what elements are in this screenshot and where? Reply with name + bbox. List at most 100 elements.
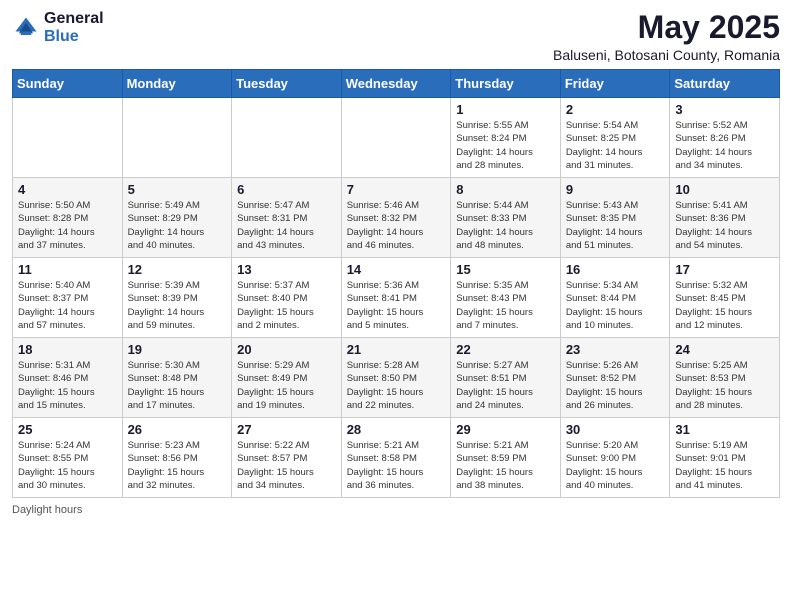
calendar-cell: 8Sunrise: 5:44 AM Sunset: 8:33 PM Daylig… — [451, 178, 561, 258]
day-number: 14 — [347, 262, 446, 277]
day-number: 18 — [18, 342, 117, 357]
calendar-cell: 9 Sunrise: 5:43 AM Sunset: 8:35 PM Daylig… — [560, 178, 670, 258]
calendar-cell: 27 Sunrise: 5:22 AM Sunset: 8:57 PM Dayli… — [232, 418, 342, 498]
calendar-cell: 5Sunrise: 5:49 AM Sunset: 8:29 PM Daylig… — [122, 178, 232, 258]
day-info: Sunrise: 5:24 AM Sunset: 8:55 PM Dayligh… — [18, 439, 117, 492]
day-info: Sunrise: 5:36 AM Sunset: 8:41 PM Dayligh… — [347, 279, 446, 332]
calendar-cell — [122, 98, 232, 178]
weekday-header-wednesday: Wednesday — [341, 70, 451, 98]
day-number: 2 — [566, 102, 665, 117]
calendar-cell — [341, 98, 451, 178]
day-number: 10 — [675, 182, 774, 197]
day-info: Sunrise: 5:47 AM Sunset: 8:31 PM Dayligh… — [237, 199, 336, 252]
day-number: 1 — [456, 102, 555, 117]
day-info: Sunrise: 5:55 AM Sunset: 8:24 PM Dayligh… — [456, 119, 555, 172]
day-info: Sunrise: 5:39 AM Sunset: 8:39 PM Dayligh… — [128, 279, 227, 332]
calendar-cell: 22Sunrise: 5:27 AM Sunset: 8:51 PM Dayli… — [451, 338, 561, 418]
weekday-header-thursday: Thursday — [451, 70, 561, 98]
calendar-week-row: 18 Sunrise: 5:31 AM Sunset: 8:46 PM Dayli… — [13, 338, 780, 418]
day-number: 21 — [347, 342, 446, 357]
weekday-header-sunday: Sunday — [13, 70, 123, 98]
calendar-week-row: 4 Sunrise: 5:50 AM Sunset: 8:28 PM Daylig… — [13, 178, 780, 258]
weekday-header-monday: Monday — [122, 70, 232, 98]
day-number: 3 — [675, 102, 774, 117]
weekday-header-row: SundayMondayTuesdayWednesdayThursdayFrid… — [13, 70, 780, 98]
calendar-cell: 18 Sunrise: 5:31 AM Sunset: 8:46 PM Dayli… — [13, 338, 123, 418]
day-info: Sunrise: 5:30 AM Sunset: 8:48 PM Dayligh… — [128, 359, 227, 412]
day-number: 26 — [128, 422, 227, 437]
title-block: May 2025 Baluseni, Botosani County, Roma… — [553, 10, 780, 63]
logo: General Blue — [12, 10, 104, 45]
calendar-week-row: 25 Sunrise: 5:24 AM Sunset: 8:55 PM Dayli… — [13, 418, 780, 498]
day-number: 27 — [237, 422, 336, 437]
day-number: 28 — [347, 422, 446, 437]
weekday-header-saturday: Saturday — [670, 70, 780, 98]
day-info: Sunrise: 5:27 AM Sunset: 8:51 PM Dayligh… — [456, 359, 555, 412]
day-info: Sunrise: 5:43 AM Sunset: 8:35 PM Dayligh… — [566, 199, 665, 252]
calendar-cell: 6Sunrise: 5:47 AM Sunset: 8:31 PM Daylig… — [232, 178, 342, 258]
day-info: Sunrise: 5:21 AM Sunset: 8:59 PM Dayligh… — [456, 439, 555, 492]
day-info: Sunrise: 5:26 AM Sunset: 8:52 PM Dayligh… — [566, 359, 665, 412]
calendar-cell: 20Sunrise: 5:29 AM Sunset: 8:49 PM Dayli… — [232, 338, 342, 418]
calendar-cell: 21 Sunrise: 5:28 AM Sunset: 8:50 PM Dayli… — [341, 338, 451, 418]
day-number: 9 — [566, 182, 665, 197]
calendar-cell: 1 Sunrise: 5:55 AM Sunset: 8:24 PM Daylig… — [451, 98, 561, 178]
location-title: Baluseni, Botosani County, Romania — [553, 47, 780, 63]
day-info: Sunrise: 5:46 AM Sunset: 8:32 PM Dayligh… — [347, 199, 446, 252]
calendar-cell: 26 Sunrise: 5:23 AM Sunset: 8:56 PM Dayli… — [122, 418, 232, 498]
calendar-cell: 7Sunrise: 5:46 AM Sunset: 8:32 PM Daylig… — [341, 178, 451, 258]
day-info: Sunrise: 5:41 AM Sunset: 8:36 PM Dayligh… — [675, 199, 774, 252]
footer: Daylight hours — [12, 504, 780, 516]
logo-text: General Blue — [44, 10, 104, 45]
day-info: Sunrise: 5:29 AM Sunset: 8:49 PM Dayligh… — [237, 359, 336, 412]
day-info: Sunrise: 5:21 AM Sunset: 8:58 PM Dayligh… — [347, 439, 446, 492]
calendar-cell: 30 Sunrise: 5:20 AM Sunset: 9:00 PM Dayli… — [560, 418, 670, 498]
calendar-cell: 15 Sunrise: 5:35 AM Sunset: 8:43 PM Dayli… — [451, 258, 561, 338]
day-number: 31 — [675, 422, 774, 437]
day-number: 4 — [18, 182, 117, 197]
main-container: General Blue May 2025 Baluseni, Botosani… — [0, 0, 792, 526]
day-info: Sunrise: 5:20 AM Sunset: 9:00 PM Dayligh… — [566, 439, 665, 492]
calendar-cell: 23Sunrise: 5:26 AM Sunset: 8:52 PM Dayli… — [560, 338, 670, 418]
calendar-cell: 25 Sunrise: 5:24 AM Sunset: 8:55 PM Dayli… — [13, 418, 123, 498]
day-number: 19 — [128, 342, 227, 357]
calendar-cell: 24Sunrise: 5:25 AM Sunset: 8:53 PM Dayli… — [670, 338, 780, 418]
calendar-cell: 3 Sunrise: 5:52 AM Sunset: 8:26 PM Daylig… — [670, 98, 780, 178]
day-number: 25 — [18, 422, 117, 437]
day-number: 11 — [18, 262, 117, 277]
day-info: Sunrise: 5:23 AM Sunset: 8:56 PM Dayligh… — [128, 439, 227, 492]
day-number: 13 — [237, 262, 336, 277]
weekday-header-tuesday: Tuesday — [232, 70, 342, 98]
day-number: 30 — [566, 422, 665, 437]
day-info: Sunrise: 5:19 AM Sunset: 9:01 PM Dayligh… — [675, 439, 774, 492]
day-number: 5 — [128, 182, 227, 197]
header: General Blue May 2025 Baluseni, Botosani… — [12, 10, 780, 63]
day-number: 24 — [675, 342, 774, 357]
day-info: Sunrise: 5:28 AM Sunset: 8:50 PM Dayligh… — [347, 359, 446, 412]
month-title: May 2025 — [553, 10, 780, 45]
daylight-label: Daylight hours — [12, 504, 82, 516]
calendar-cell: 31 Sunrise: 5:19 AM Sunset: 9:01 PM Dayli… — [670, 418, 780, 498]
day-number: 15 — [456, 262, 555, 277]
calendar-cell: 19 Sunrise: 5:30 AM Sunset: 8:48 PM Dayli… — [122, 338, 232, 418]
calendar-cell: 14 Sunrise: 5:36 AM Sunset: 8:41 PM Dayli… — [341, 258, 451, 338]
calendar-cell: 13Sunrise: 5:37 AM Sunset: 8:40 PM Dayli… — [232, 258, 342, 338]
logo-icon — [12, 14, 40, 42]
day-info: Sunrise: 5:22 AM Sunset: 8:57 PM Dayligh… — [237, 439, 336, 492]
day-info: Sunrise: 5:52 AM Sunset: 8:26 PM Dayligh… — [675, 119, 774, 172]
calendar-week-row: 1 Sunrise: 5:55 AM Sunset: 8:24 PM Daylig… — [13, 98, 780, 178]
calendar-week-row: 11 Sunrise: 5:40 AM Sunset: 8:37 PM Dayli… — [13, 258, 780, 338]
day-number: 17 — [675, 262, 774, 277]
calendar-cell: 16Sunrise: 5:34 AM Sunset: 8:44 PM Dayli… — [560, 258, 670, 338]
calendar-cell — [232, 98, 342, 178]
day-info: Sunrise: 5:50 AM Sunset: 8:28 PM Dayligh… — [18, 199, 117, 252]
weekday-header-friday: Friday — [560, 70, 670, 98]
logo-blue: Blue — [44, 28, 104, 46]
day-info: Sunrise: 5:40 AM Sunset: 8:37 PM Dayligh… — [18, 279, 117, 332]
day-number: 12 — [128, 262, 227, 277]
day-info: Sunrise: 5:31 AM Sunset: 8:46 PM Dayligh… — [18, 359, 117, 412]
calendar-cell: 4 Sunrise: 5:50 AM Sunset: 8:28 PM Daylig… — [13, 178, 123, 258]
day-info: Sunrise: 5:34 AM Sunset: 8:44 PM Dayligh… — [566, 279, 665, 332]
day-info: Sunrise: 5:35 AM Sunset: 8:43 PM Dayligh… — [456, 279, 555, 332]
calendar-cell: 2Sunrise: 5:54 AM Sunset: 8:25 PM Daylig… — [560, 98, 670, 178]
